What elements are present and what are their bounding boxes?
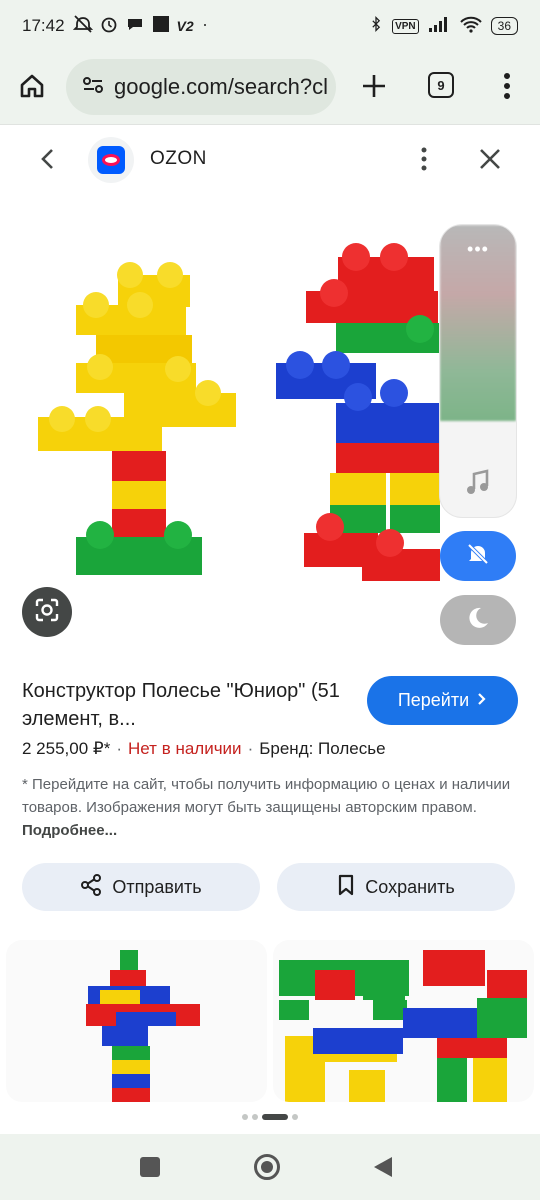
product-price: 2 255,00 ₽* [22, 739, 111, 758]
system-navigation-bar [0, 1134, 540, 1200]
more-vertical-icon [421, 147, 427, 176]
visit-site-label: Перейти [397, 690, 470, 710]
triangle-back-icon [372, 1157, 394, 1183]
mute-icon [72, 14, 93, 39]
address-bar[interactable]: google.com/search?cl [66, 59, 336, 115]
dot-indicator-icon [200, 14, 210, 39]
close-button[interactable] [474, 145, 506, 177]
learn-more-link[interactable]: Подробнее... [22, 822, 117, 839]
browser-menu-button[interactable] [492, 70, 522, 106]
close-icon [479, 148, 501, 175]
product-title[interactable]: Конструктор Полесье "Юниор" (51 элемент,… [22, 677, 342, 733]
moon-icon [465, 605, 491, 636]
availability-status: Нет в наличии [128, 739, 242, 758]
pager-dot[interactable] [292, 1114, 298, 1120]
yellow-tree-figure [38, 262, 236, 575]
visit-site-button[interactable]: Перейти [367, 676, 518, 725]
meta-separator: · [116, 739, 123, 758]
vpn-badge: VPN [392, 18, 419, 34]
meta-separator: · [247, 739, 254, 758]
browser-toolbar: google.com/search?cl 9 [0, 52, 540, 124]
url-text[interactable]: google.com/search?cl [114, 74, 328, 100]
site-settings-icon[interactable] [82, 75, 104, 100]
image-viewer-panel: OZON ••• Конструктор Полесье "Юниор" (51… [0, 124, 540, 1134]
lens-search-button[interactable] [22, 587, 72, 637]
recents-button[interactable] [140, 1157, 160, 1177]
home-icon [18, 72, 46, 105]
bookmark-icon [337, 874, 355, 901]
pager-dot[interactable] [252, 1114, 258, 1120]
back-button[interactable] [32, 145, 64, 177]
home-button[interactable] [0, 52, 64, 124]
source-name[interactable]: OZON [150, 148, 207, 170]
battery-indicator: 36 [490, 17, 518, 35]
save-label: Сохранить [365, 876, 455, 897]
wifi-icon [459, 14, 483, 39]
status-left-icons: V2 [72, 14, 210, 39]
new-tab-button[interactable] [352, 66, 396, 110]
chevron-right-icon [477, 690, 487, 711]
robot-figure [276, 243, 440, 581]
status-bar: 17:42 V2 VPN 36 [0, 0, 540, 52]
ozon-logo-mark [97, 146, 125, 174]
share-button[interactable]: Отправить [22, 863, 260, 911]
image-pager [0, 1110, 540, 1124]
product-brand: Бренд: Полесье [259, 739, 386, 758]
square-app-icon [151, 14, 171, 39]
dark-mode-toggle-button[interactable] [440, 595, 516, 645]
back-nav-button[interactable] [372, 1155, 394, 1184]
music-note-icon [464, 469, 492, 502]
notice-text: * Перейдите на сайт, чтобы получить инфо… [22, 776, 511, 816]
status-right-icons: VPN 36 [368, 14, 518, 39]
share-icon [80, 873, 102, 901]
save-button[interactable]: Сохранить [277, 863, 515, 911]
chevron-left-icon [40, 148, 56, 175]
share-label: Отправить [112, 876, 202, 897]
floating-volume-panel[interactable]: ••• [440, 225, 516, 517]
tab-switcher-button[interactable]: 9 [428, 72, 454, 98]
ozon-logo[interactable] [88, 137, 134, 183]
v2-label: V2 [176, 18, 194, 34]
lens-camera-icon [34, 597, 60, 628]
plus-icon [361, 73, 387, 104]
status-time: 17:42 [22, 16, 65, 35]
bell-off-icon [465, 541, 491, 572]
mute-toggle-button[interactable] [440, 531, 516, 581]
pager-dot[interactable] [242, 1114, 248, 1120]
panel-handle[interactable]: ••• [440, 239, 516, 260]
alarm-icon [99, 14, 119, 39]
more-vertical-icon [503, 72, 511, 105]
product-meta: 2 255,00 ₽* · Нет в наличии · Бренд: Полесье [22, 739, 386, 759]
copyright-notice: * Перейдите на сайт, чтобы получить инфо… [22, 773, 512, 842]
chat-icon [125, 14, 145, 39]
source-header: OZON [0, 125, 540, 197]
related-image-2[interactable] [273, 940, 534, 1102]
related-image-1[interactable] [6, 940, 267, 1102]
pager-dot[interactable] [262, 1114, 288, 1120]
signal-icon [427, 14, 451, 39]
home-nav-button[interactable] [254, 1154, 280, 1180]
source-more-button[interactable] [412, 145, 436, 177]
bluetooth-icon [368, 14, 384, 39]
